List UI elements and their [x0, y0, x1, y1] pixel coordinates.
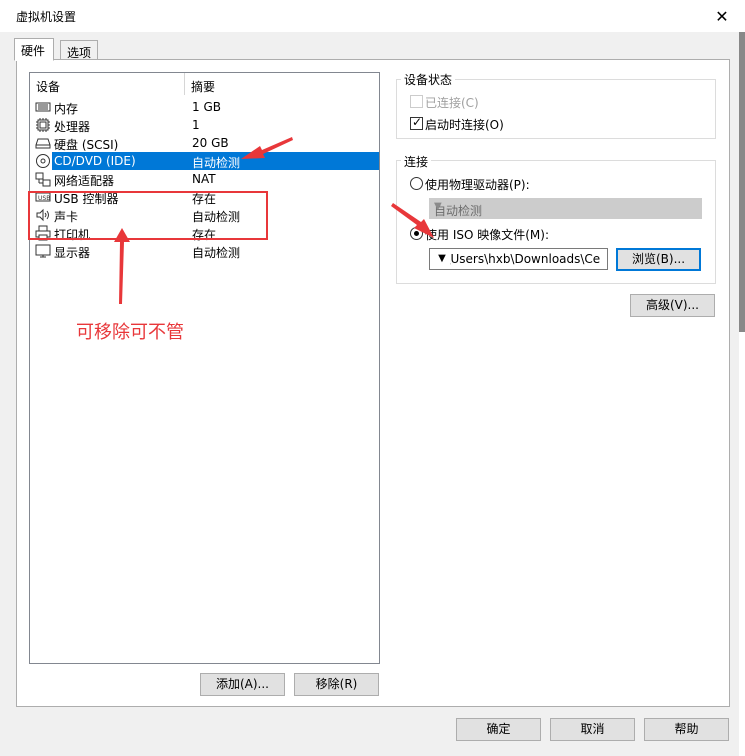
radio-selected-dot	[414, 231, 419, 236]
cd-dvd-icon	[35, 153, 51, 169]
title-bar: 虚拟机设置 ✕	[0, 0, 745, 32]
iso-path-value: C:\Users\hxb\Downloads\Ce	[434, 252, 601, 266]
device-row-network-adapter[interactable]: 网络适配器 NAT	[34, 170, 377, 188]
use-physical-drive-radio[interactable]	[410, 177, 423, 190]
tab-hardware-label: 硬件	[21, 44, 46, 58]
memory-icon	[35, 99, 51, 115]
device-list[interactable]: 设备 摘要 内存 1 GB 处理器 1 硬盘 (SCSI) 20 GB CD/D…	[29, 72, 380, 664]
column-header-summary[interactable]: 摘要	[191, 78, 215, 95]
physical-drive-select[interactable]: 自动检测 ▼	[429, 198, 702, 219]
cpu-icon	[35, 117, 51, 133]
column-header-device[interactable]: 设备	[36, 78, 60, 95]
hard-disk-icon	[35, 135, 51, 151]
use-physical-drive-label: 使用物理驱动器(P):	[425, 178, 530, 192]
device-row-memory[interactable]: 内存 1 GB	[34, 98, 377, 116]
checkmark-icon: ✓	[412, 115, 423, 129]
vm-settings-window: 虚拟机设置 ✕ 硬件 选项 设备 摘要 内存 1 GB 处理器 1 硬盘 (SC…	[0, 0, 745, 756]
device-name: 硬盘 (SCSI)	[54, 138, 119, 152]
annotation-highlight-box	[28, 191, 268, 240]
device-name: CD/DVD (IDE)	[54, 154, 136, 168]
device-name: 处理器	[54, 120, 91, 134]
tab-options[interactable]: 选项	[60, 40, 98, 60]
device-name: 网络适配器	[54, 174, 115, 188]
device-summary: 1	[192, 118, 200, 132]
cancel-button[interactable]: 取消	[550, 718, 635, 741]
chevron-down-icon: ▼	[434, 201, 442, 212]
window-title: 虚拟机设置	[16, 10, 77, 24]
column-separator[interactable]	[184, 73, 185, 95]
device-summary: NAT	[192, 172, 216, 186]
device-list-header: 设备 摘要	[30, 73, 379, 97]
ok-button[interactable]: 确定	[456, 718, 541, 741]
add-device-button[interactable]: 添加(A)...	[200, 673, 285, 696]
help-button[interactable]: 帮助	[644, 718, 729, 741]
device-row-processor[interactable]: 处理器 1	[34, 116, 377, 134]
connected-label: 已连接(C)	[425, 96, 479, 110]
annotation-text: 可移除可不管	[76, 322, 184, 343]
background-strip	[739, 332, 745, 756]
tab-hardware[interactable]: 硬件	[14, 38, 54, 61]
device-status-title: 设备状态	[401, 71, 456, 88]
connect-at-power-on-label: 启动时连接(O)	[425, 118, 504, 132]
iso-path-combobox[interactable]: C:\Users\hxb\Downloads\Ce ▼	[429, 248, 608, 270]
close-button[interactable]: ✕	[699, 0, 745, 32]
device-summary: 自动检测	[192, 246, 241, 260]
use-iso-image-label: 使用 ISO 映像文件(M):	[425, 228, 549, 242]
use-iso-image-radio[interactable]	[410, 227, 423, 240]
device-summary: 1 GB	[192, 100, 221, 114]
device-name: 显示器	[54, 246, 91, 260]
device-summary: 自动检测	[192, 156, 241, 170]
background-window-edge	[739, 32, 745, 332]
connect-at-power-on-checkbox[interactable]: ✓	[410, 115, 423, 130]
connected-checkbox[interactable]	[410, 95, 423, 108]
tab-options-label: 选项	[67, 46, 92, 60]
connection-title: 连接	[401, 153, 432, 170]
browse-button[interactable]: 浏览(B)...	[616, 248, 701, 271]
display-icon	[35, 243, 51, 259]
device-summary: 20 GB	[192, 136, 229, 150]
device-row-hard-disk[interactable]: 硬盘 (SCSI) 20 GB	[34, 134, 377, 152]
advanced-button[interactable]: 高级(V)...	[630, 294, 715, 317]
remove-device-button[interactable]: 移除(R)	[294, 673, 379, 696]
device-name: 内存	[54, 102, 79, 116]
chevron-down-icon[interactable]: ▼	[434, 249, 450, 269]
network-adapter-icon	[35, 171, 51, 187]
device-row-cd-dvd[interactable]: CD/DVD (IDE) 自动检测	[34, 152, 379, 170]
device-row-display[interactable]: 显示器 自动检测	[34, 242, 377, 260]
